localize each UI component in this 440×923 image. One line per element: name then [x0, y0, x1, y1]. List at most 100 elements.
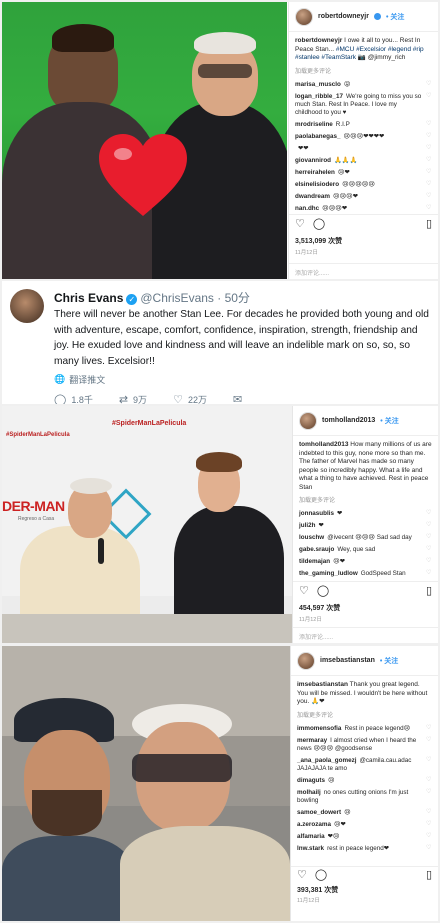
- comment-username[interactable]: tildemajan: [299, 558, 330, 565]
- comment-text: 😝: [343, 80, 351, 88]
- caption-username[interactable]: imsebastianstan: [297, 681, 348, 688]
- person-right-hair: [194, 32, 256, 54]
- like-heart-icon[interactable]: ♡: [426, 169, 432, 175]
- avatar[interactable]: [295, 7, 313, 26]
- comment-username[interactable]: herreirahelen: [295, 169, 335, 176]
- retweet-count: 9万: [133, 395, 148, 404]
- comment-username[interactable]: juli2h: [299, 522, 315, 529]
- like-heart-icon[interactable]: ♡: [426, 757, 432, 763]
- comment-username[interactable]: nan.dhc: [295, 205, 319, 212]
- comment-username[interactable]: jonnasublis: [299, 510, 334, 517]
- handle-and-time[interactable]: @ChrisEvans · 50分: [140, 291, 250, 305]
- like-heart-icon[interactable]: ♡: [426, 93, 432, 99]
- translate-tweet-link[interactable]: 🌐 翻译推文: [54, 373, 105, 386]
- post-photo[interactable]: #SpiderManLaPelicula #SpiderManLaPelicul…: [2, 406, 292, 643]
- like-heart-icon[interactable]: ♡: [426, 534, 432, 540]
- comment-username[interactable]: marisa_musclo: [295, 81, 341, 88]
- bookmark-icon[interactable]: ▯: [426, 582, 432, 599]
- like-heart-icon[interactable]: ♡: [426, 181, 432, 187]
- like-heart-icon[interactable]: ♡: [426, 777, 432, 783]
- instagram-post-tomholland: #SpiderManLaPelicula #SpiderManLaPelicul…: [2, 406, 438, 643]
- like-button[interactable]: ♡ 22万: [173, 393, 207, 404]
- like-count[interactable]: 393,381 次赞: [297, 885, 338, 895]
- comment-icon[interactable]: ◯: [315, 867, 327, 882]
- username[interactable]: tomholland2013: [322, 417, 375, 424]
- avatar[interactable]: [10, 289, 44, 323]
- post-photo[interactable]: [2, 2, 287, 279]
- comment-icon[interactable]: ◯: [313, 215, 325, 232]
- like-heart-icon[interactable]: ♡: [426, 845, 432, 851]
- like-heart-icon[interactable]: ♡: [426, 205, 432, 211]
- like-heart-icon[interactable]: ♡: [426, 121, 432, 127]
- comment-username[interactable]: lnw.stark: [297, 845, 324, 852]
- load-more-comments[interactable]: 加载更多评论: [291, 709, 438, 723]
- like-heart-icon[interactable]: ♡: [426, 510, 432, 516]
- like-heart-icon[interactable]: ♡: [426, 81, 432, 87]
- comment-item: dwandream 😢😢😢❤ ♡: [289, 191, 438, 203]
- load-more-comments[interactable]: 加载更多评论: [293, 494, 438, 508]
- comment-item: molhailj no ones cutting onions I'm just …: [291, 787, 438, 807]
- like-heart-icon[interactable]: ♡: [426, 157, 432, 163]
- like-heart-icon[interactable]: ♡: [426, 558, 432, 564]
- comment-username[interactable]: molhailj: [297, 789, 321, 796]
- comment-username[interactable]: the_gaming_ludlow: [299, 570, 358, 577]
- like-count[interactable]: 454,597 次赞: [299, 603, 340, 613]
- like-heart-icon[interactable]: ♡: [426, 725, 432, 731]
- movie-logo-subtitle: Regreso a Casa: [18, 516, 55, 522]
- comment-username[interactable]: mrodriseline: [295, 121, 333, 128]
- display-name[interactable]: Chris Evans: [54, 291, 123, 305]
- like-heart-icon[interactable]: ♡: [426, 145, 432, 151]
- username[interactable]: imsebastianstan: [320, 657, 375, 664]
- comment-username[interactable]: dimaguts: [297, 777, 325, 784]
- follow-button[interactable]: • 关注: [380, 416, 398, 426]
- like-heart-icon[interactable]: ♡: [426, 522, 432, 528]
- like-count[interactable]: 3,513,099 次赞: [295, 236, 342, 246]
- follow-button[interactable]: • 关注: [380, 656, 398, 666]
- caption-username[interactable]: tomholland2013: [299, 441, 348, 448]
- avatar[interactable]: [299, 411, 317, 430]
- comment-username[interactable]: samoe_dowert: [297, 809, 341, 816]
- retweet-button[interactable]: ⇄ 9万: [119, 393, 147, 404]
- like-heart-icon[interactable]: ♡: [426, 546, 432, 552]
- post-photo[interactable]: [2, 646, 290, 921]
- comment-username[interactable]: mermaray: [297, 737, 327, 744]
- bookmark-icon[interactable]: ▯: [426, 867, 432, 882]
- comment-username[interactable]: louschw: [299, 534, 324, 541]
- reply-button[interactable]: ◯ 1.8千: [54, 393, 93, 404]
- retweet-icon: ⇄: [118, 394, 129, 404]
- comment-username[interactable]: dwandream: [295, 193, 330, 200]
- like-heart-icon[interactable]: ♡: [426, 193, 432, 199]
- load-more-comments[interactable]: 加载更多评论: [289, 65, 438, 79]
- like-heart-icon[interactable]: ♡: [426, 833, 432, 839]
- caption-username[interactable]: robertdowneyjr: [295, 37, 342, 44]
- comment-username[interactable]: immomensofia: [297, 725, 341, 732]
- comment-username[interactable]: elsinelisiodero: [295, 181, 339, 188]
- heart-icon: ♡: [173, 394, 183, 404]
- like-icon[interactable]: ♡: [297, 867, 307, 882]
- message-button[interactable]: ✉: [233, 393, 242, 404]
- add-comment-input[interactable]: 添加评论......: [293, 627, 438, 643]
- comment-username[interactable]: paolabanegas_: [295, 133, 341, 140]
- like-icon[interactable]: ♡: [299, 582, 309, 599]
- comment-username[interactable]: alfamaria: [297, 833, 325, 840]
- like-heart-icon[interactable]: ♡: [426, 570, 432, 576]
- avatar[interactable]: [297, 651, 315, 670]
- like-heart-icon[interactable]: ♡: [426, 821, 432, 827]
- tweet-text: There will never be another Stan Lee. Fo…: [54, 309, 429, 367]
- like-heart-icon[interactable]: ♡: [426, 789, 432, 795]
- add-comment-input[interactable]: 添加评论......: [289, 263, 438, 279]
- comment-username[interactable]: giovannirod: [295, 157, 331, 164]
- like-heart-icon[interactable]: ♡: [426, 133, 432, 139]
- like-heart-icon[interactable]: ♡: [426, 809, 432, 815]
- like-icon[interactable]: ♡: [295, 215, 305, 232]
- username[interactable]: robertdowneyjr: [318, 13, 369, 20]
- comment-username[interactable]: logan_ribble_17: [295, 93, 343, 100]
- comment-username[interactable]: a.zerozama: [297, 821, 331, 828]
- comment-username[interactable]: gabe.sraujo: [299, 546, 334, 553]
- comment-icon[interactable]: ◯: [317, 582, 329, 599]
- comment-username[interactable]: _ana_paola_gomezj: [297, 757, 357, 764]
- follow-button[interactable]: • 关注: [386, 12, 404, 22]
- like-heart-icon[interactable]: ♡: [426, 737, 432, 743]
- bookmark-icon[interactable]: ▯: [426, 215, 432, 232]
- comment-text: 😢❤: [333, 820, 346, 828]
